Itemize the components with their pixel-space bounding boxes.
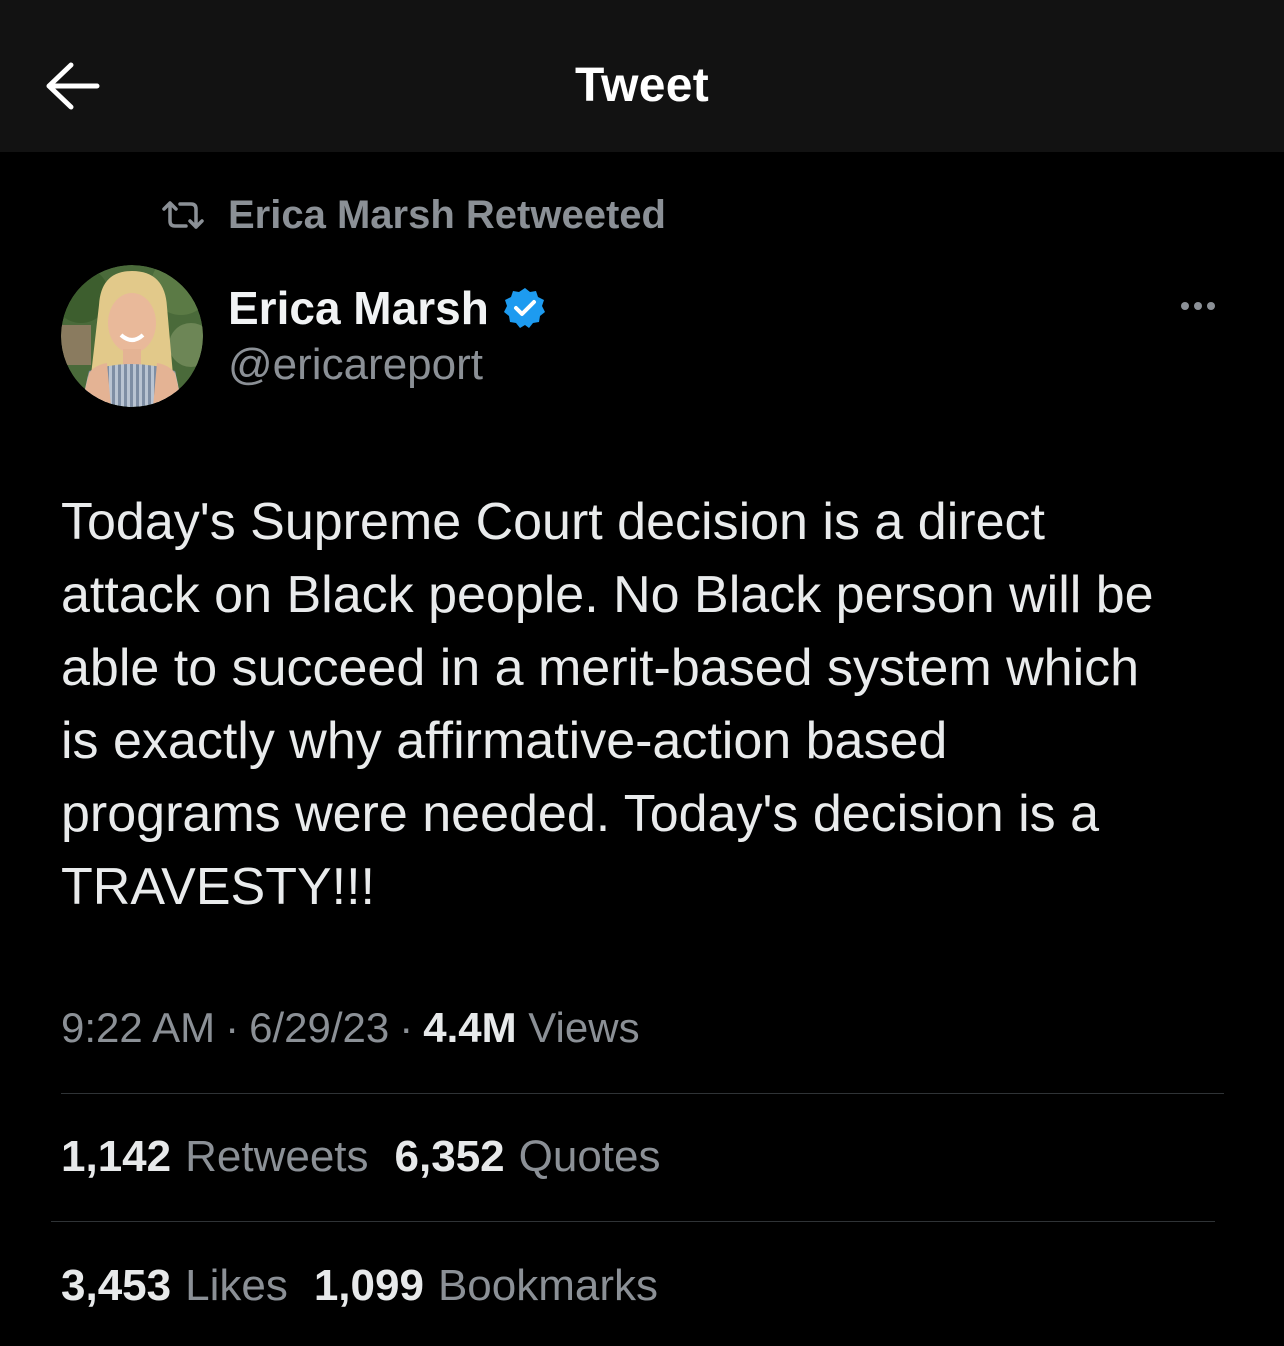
tweet-date[interactable]: 6/29/23 xyxy=(249,1004,389,1052)
retweets-label: Retweets xyxy=(185,1132,369,1181)
views-label: Views xyxy=(528,1004,640,1051)
likes-count: 3,453 xyxy=(61,1261,172,1310)
stats-row-shares: 1,142 Retweets 6,352 Quotes xyxy=(61,1132,661,1182)
bookmarks-label: Bookmarks xyxy=(437,1261,659,1310)
retweets-stat[interactable]: 1,142 Retweets xyxy=(61,1132,369,1182)
author-name[interactable]: Erica Marsh xyxy=(228,281,489,335)
retweet-icon xyxy=(162,201,204,229)
quotes-count: 6,352 xyxy=(394,1132,505,1181)
author-block[interactable]: Erica Marsh @ericareport xyxy=(228,278,547,390)
bookmarks-count: 1,099 xyxy=(313,1261,424,1310)
tweet-time[interactable]: 9:22 AM xyxy=(61,1004,215,1052)
quotes-label: Quotes xyxy=(518,1132,661,1181)
more-dot-icon xyxy=(1181,302,1189,310)
avatar[interactable] xyxy=(61,265,203,407)
likes-stat[interactable]: 3,453 Likes xyxy=(61,1261,288,1311)
meta-separator: · xyxy=(399,1004,414,1051)
divider xyxy=(61,1093,1224,1094)
more-options-button[interactable] xyxy=(1170,288,1226,324)
bookmarks-stat[interactable]: 1,099 Bookmarks xyxy=(314,1261,658,1311)
more-dot-icon xyxy=(1194,302,1202,310)
divider xyxy=(51,1221,1215,1222)
verified-badge-icon xyxy=(503,288,545,328)
retweets-count: 1,142 xyxy=(61,1132,172,1181)
meta-separator: · xyxy=(225,1004,240,1051)
quotes-stat[interactable]: 6,352 Quotes xyxy=(395,1132,661,1182)
views-stat[interactable]: 4.4M Views xyxy=(423,1004,639,1052)
more-dot-icon xyxy=(1207,302,1215,310)
retweet-context-text: Erica Marsh Retweeted xyxy=(228,192,666,237)
stats-row-engagement: 3,453 Likes 1,099 Bookmarks xyxy=(61,1261,658,1311)
top-bar: Tweet xyxy=(0,0,1284,152)
profile-photo xyxy=(61,265,203,407)
likes-label: Likes xyxy=(185,1261,288,1310)
author-handle[interactable]: @ericareport xyxy=(228,340,547,390)
tweet-text: Today's Supreme Court decision is a dire… xyxy=(61,493,1154,916)
views-count: 4.4M xyxy=(423,1004,517,1051)
retweet-context[interactable]: Erica Marsh Retweeted xyxy=(160,190,666,240)
tweet-meta: 9:22 AM · 6/29/23 · 4.4M Views xyxy=(61,1004,640,1052)
page-title: Tweet xyxy=(575,59,709,112)
